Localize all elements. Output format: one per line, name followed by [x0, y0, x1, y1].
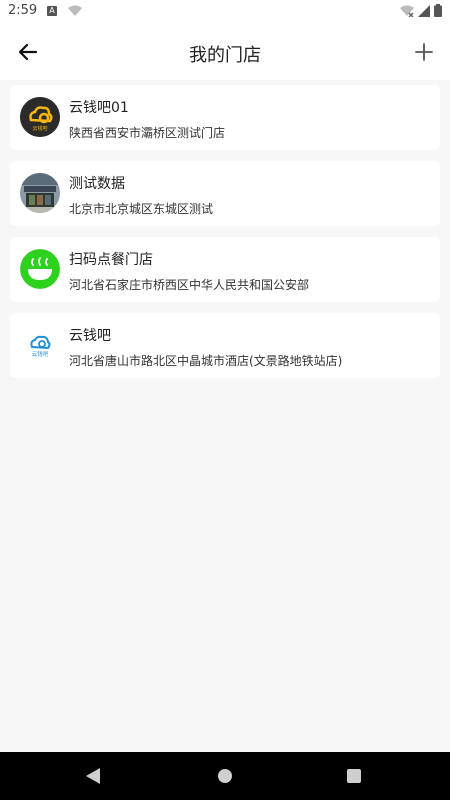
store-address: 北京市北京城区东城区测试 [69, 202, 214, 216]
battery-icon [434, 4, 442, 17]
svg-text:云钱吧: 云钱吧 [32, 125, 47, 132]
svg-text:云钱吧: 云钱吧 [32, 350, 49, 358]
yunqianba-logo-yellow-icon: 云钱吧 [20, 97, 60, 137]
store-card[interactable]: 云钱吧 云钱吧 河北省唐山市路北区中晶城市酒店(文景路地铁站店) [10, 313, 440, 378]
store-list: 云钱吧 云钱吧01 陕西省西安市灞桥区测试门店 测试数据 北京市北京城区东城区测… [10, 85, 440, 389]
store-address: 河北省石家庄市桥西区中华人民共和国公安部 [69, 278, 310, 292]
store-name: 测试数据 [69, 176, 125, 192]
wifi-icon [400, 5, 414, 17]
store-name: 云钱吧01 [69, 100, 129, 116]
nav-back-icon[interactable] [86, 768, 100, 784]
store-address: 陕西省西安市灞桥区测试门店 [69, 126, 226, 140]
add-icon[interactable] [410, 38, 438, 66]
bowl-icon [20, 249, 60, 289]
page-title: 我的门店 [189, 45, 261, 66]
status-icons [400, 4, 442, 17]
nav-home-icon[interactable] [218, 769, 232, 783]
store-address: 河北省唐山市路北区中晶城市酒店(文景路地铁站店) [69, 354, 343, 368]
status-bar: 2:59 A [0, 0, 450, 24]
nav-recent-apps-icon[interactable] [347, 769, 361, 783]
yunqianba-logo-blue-icon: 云钱吧 [20, 325, 60, 365]
app-bar: 我的门店 [0, 24, 450, 80]
wifi-notification-icon [68, 5, 82, 16]
store-name: 扫码点餐门店 [69, 252, 153, 268]
status-time: 2:59 [8, 3, 38, 18]
notification-a-icon: A [47, 6, 57, 16]
system-nav-bar [0, 752, 450, 800]
store-card[interactable]: 云钱吧 云钱吧01 陕西省西安市灞桥区测试门店 [10, 85, 440, 150]
store-card[interactable]: 测试数据 北京市北京城区东城区测试 [10, 161, 440, 226]
storefront-photo-icon [20, 173, 60, 213]
signal-icon [418, 4, 430, 17]
store-card[interactable]: 扫码点餐门店 河北省石家庄市桥西区中华人民共和国公安部 [10, 237, 440, 302]
store-name: 云钱吧 [69, 328, 111, 344]
